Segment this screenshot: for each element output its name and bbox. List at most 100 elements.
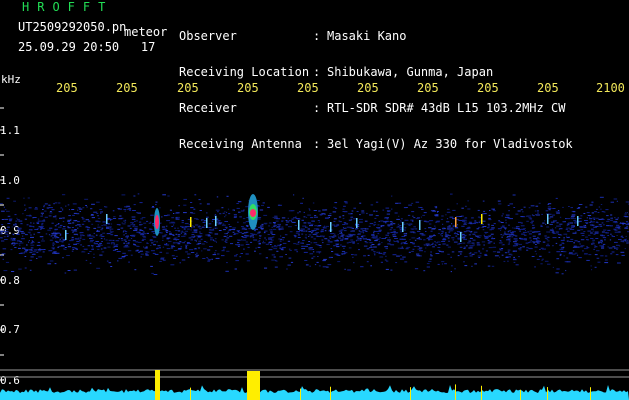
noise-pixel <box>342 227 345 229</box>
noise-pixel <box>62 228 66 230</box>
noise-pixel <box>127 225 131 227</box>
noise-pixel <box>23 197 25 199</box>
noise-pixel <box>9 218 13 220</box>
noise-pixel <box>278 225 281 227</box>
noise-pixel <box>612 246 616 248</box>
noise-pixel <box>475 235 479 237</box>
noise-pixel <box>82 207 85 209</box>
noise-pixel <box>255 247 257 249</box>
noise-pixel <box>5 233 8 235</box>
noise-pixel <box>268 225 270 227</box>
noise-pixel <box>211 220 213 222</box>
noise-pixel <box>136 249 139 251</box>
noise-pixel <box>498 242 503 244</box>
noise-pixel <box>295 243 300 245</box>
noise-pixel <box>214 227 218 229</box>
noise-pixel <box>187 253 191 255</box>
noise-pixel <box>388 241 391 243</box>
noise-pixel <box>600 234 604 236</box>
noise-pixel <box>268 241 273 243</box>
noise-pixel <box>562 246 565 248</box>
noise-pixel <box>524 239 527 241</box>
noise-pixel <box>360 239 362 241</box>
noise-pixel <box>394 238 398 239</box>
noise-pixel <box>226 195 229 197</box>
noise-pixel <box>36 244 41 246</box>
noise-pixel <box>328 257 332 259</box>
noise-pixel <box>118 218 123 220</box>
noise-pixel <box>578 204 583 205</box>
noise-pixel <box>30 244 35 246</box>
noise-pixel <box>468 240 472 242</box>
noise-pixel <box>566 227 571 229</box>
noise-pixel <box>9 220 12 222</box>
noise-pixel <box>501 254 504 256</box>
noise-pixel <box>77 221 80 223</box>
noise-pixel <box>308 236 310 237</box>
noise-pixel <box>13 243 16 245</box>
noise-pixel <box>51 209 55 211</box>
noise-pixel <box>306 244 311 245</box>
noise-pixel <box>255 234 258 236</box>
noise-pixel <box>392 235 397 237</box>
noise-pixel <box>501 227 503 229</box>
noise-pixel <box>451 229 455 231</box>
noise-pixel <box>402 256 406 258</box>
noise-pixel <box>622 241 625 243</box>
noise-pixel <box>76 224 81 226</box>
noise-pixel <box>297 241 300 243</box>
noise-pixel <box>140 256 142 258</box>
noise-pixel <box>71 209 75 210</box>
noise-pixel <box>626 225 628 227</box>
noise-pixel <box>170 247 174 249</box>
noise-pixel <box>508 234 512 236</box>
noise-pixel <box>397 223 400 225</box>
noise-pixel <box>493 223 496 225</box>
noise-pixel <box>89 241 93 243</box>
noise-pixel <box>20 223 23 225</box>
noise-pixel <box>262 202 265 204</box>
noise-pixel <box>617 217 619 219</box>
noise-pixel <box>24 251 28 253</box>
noise-pixel <box>529 241 532 243</box>
noise-pixel <box>371 249 374 251</box>
noise-pixel <box>133 244 136 246</box>
noise-pixel <box>52 245 54 247</box>
noise-pixel <box>257 241 260 243</box>
noise-pixel <box>18 268 22 270</box>
noise-pixel <box>302 228 305 230</box>
noise-pixel <box>352 242 355 244</box>
noise-pixel <box>140 233 144 235</box>
noise-pixel <box>578 217 582 219</box>
noise-pixel <box>438 229 441 231</box>
noise-pixel <box>203 241 207 242</box>
noise-pixel <box>96 246 101 248</box>
noise-pixel <box>109 228 114 230</box>
noise-pixel <box>329 237 332 239</box>
noise-pixel <box>224 240 227 242</box>
noise-pixel <box>472 222 476 224</box>
noise-pixel <box>268 249 273 251</box>
noise-pixel <box>373 230 375 232</box>
noise-pixel <box>601 241 603 243</box>
noise-pixel <box>536 214 540 216</box>
noise-pixel <box>594 266 597 268</box>
noise-pixel <box>203 224 206 226</box>
noise-pixel <box>592 217 596 219</box>
noise-pixel <box>145 253 148 255</box>
noise-pixel <box>60 207 63 209</box>
noise-pixel <box>373 223 377 225</box>
noise-pixel <box>476 244 481 246</box>
noise-pixel <box>73 233 78 235</box>
noise-pixel <box>131 218 136 220</box>
noise-pixel <box>22 213 24 215</box>
noise-pixel <box>52 252 56 254</box>
noise-pixel <box>81 223 85 225</box>
noise-pixel <box>209 237 213 239</box>
noise-pixel <box>56 237 60 239</box>
noise-pixel <box>493 242 495 244</box>
noise-pixel <box>10 237 12 239</box>
noise-pixel <box>275 220 279 222</box>
noise-pixel <box>154 253 159 255</box>
noise-pixel <box>452 218 456 220</box>
